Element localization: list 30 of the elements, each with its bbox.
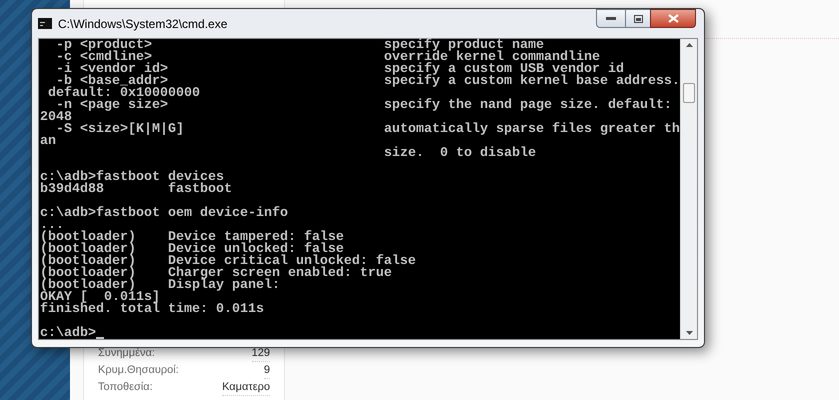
console-app-icon [38,18,52,29]
console-text: c:\adb>fastboot oem device-info [40,208,288,220]
scrollbar-thumb[interactable] [683,83,695,103]
stat-value: Καματερο [222,378,270,396]
console-text: -S <size>[K|M|G] [56,124,184,136]
stat-label: Τοποθεσία: [98,380,153,396]
window-title: C:\Windows\System32\cmd.exe [58,16,228,32]
minimize-icon [606,17,616,20]
console-text: c:\adb> [40,328,96,340]
console-text: specify the nand page size. default: [384,100,672,112]
console-text: finished. total time: 0.011s [40,304,264,316]
close-icon [668,14,678,23]
console-text: specify a custom kernel base address. [384,76,680,88]
close-button[interactable] [650,9,696,28]
maximize-button[interactable] [626,9,650,28]
scroll-down-icon[interactable] [686,331,692,335]
restore-icon [634,14,642,22]
console-text: specify product name [384,40,544,52]
stat-value: 9 [264,362,270,380]
scroll-up-icon[interactable] [686,43,692,47]
console-text: b39d4d88 fastboot [40,184,232,196]
console-text: automatically sparse files greater th [384,124,680,136]
stat-label: Κρυμ.Θησαυροί: [98,363,179,378]
console-text: size. 0 to disable [384,148,536,160]
console-text: -n <page size> [56,100,168,112]
stat-label: Συνημμένα: [98,346,155,362]
console-text: -p <product> [54,40,152,52]
minimize-button[interactable] [596,9,626,28]
console-text: 2048 [40,112,72,124]
console-text: an [40,136,56,148]
